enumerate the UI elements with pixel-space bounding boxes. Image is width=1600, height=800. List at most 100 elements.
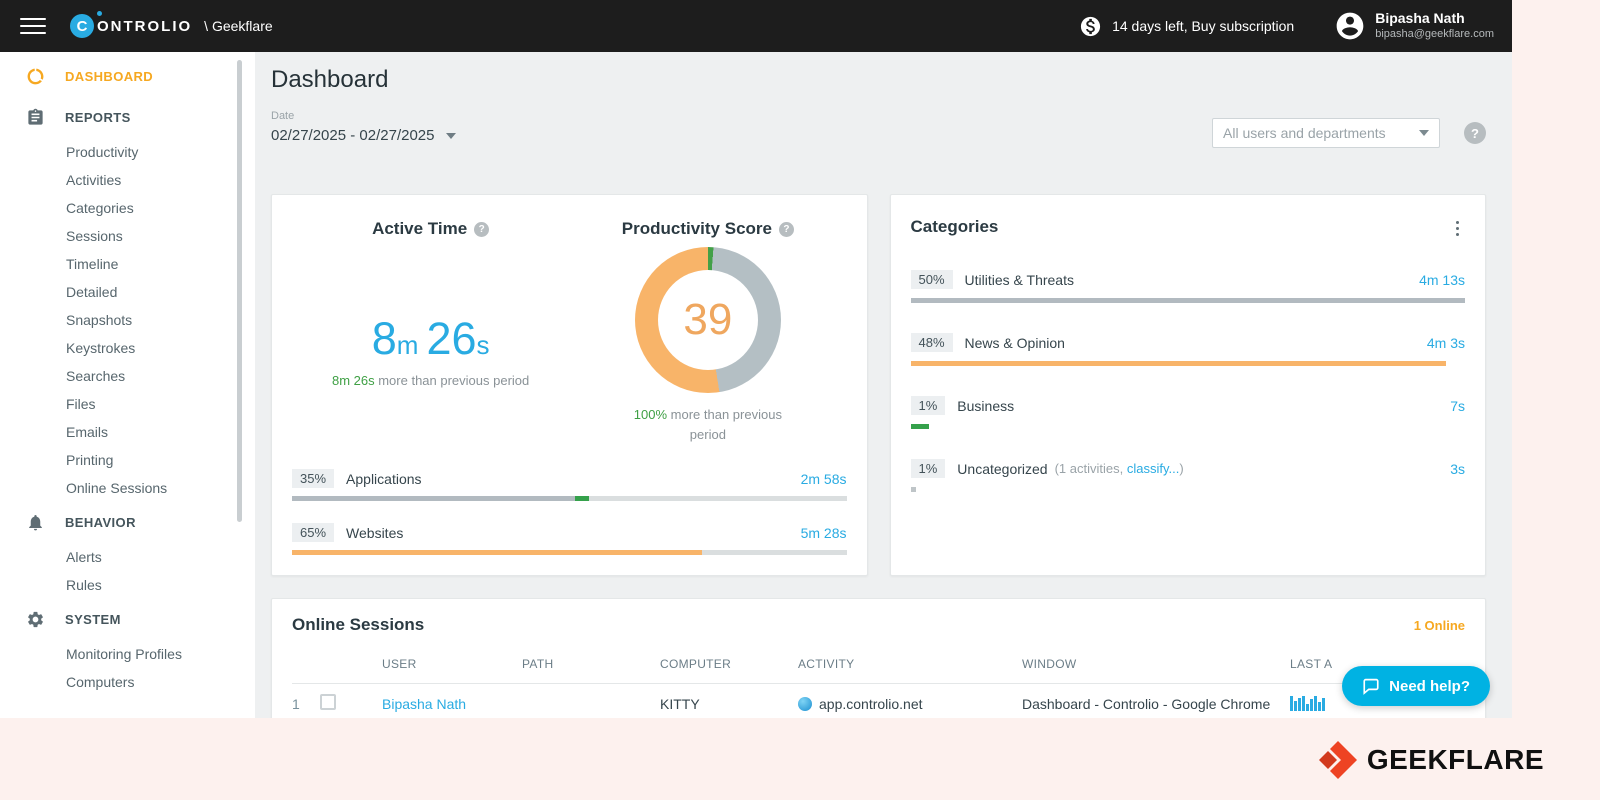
- websites-percent-chip: 65%: [292, 523, 335, 542]
- productivity-score-value: 39: [683, 295, 733, 344]
- pie-chart-icon: [27, 68, 44, 85]
- row-activity: app.controlio.net: [819, 695, 923, 712]
- categories-menu-icon[interactable]: [1450, 217, 1465, 240]
- productivity-score-title: Productivity Score: [621, 219, 772, 238]
- user-info: Bipasha Nath bipasha@geekflare.com: [1375, 10, 1494, 41]
- sidebar-section-reports[interactable]: REPORTS: [0, 97, 255, 138]
- sidebar-scrollbar[interactable]: [237, 60, 242, 522]
- col-header-user[interactable]: USER: [382, 657, 522, 671]
- page-help-icon[interactable]: ?: [1464, 122, 1486, 144]
- sidebar-item-snapshots[interactable]: Snapshots: [0, 306, 255, 334]
- date-range-value: 02/27/2025 - 02/27/2025: [271, 127, 435, 144]
- online-count-badge: 1 Online: [1413, 617, 1465, 633]
- websites-label: Websites: [346, 524, 404, 541]
- row-window: Dashboard - Controlio - Google Chrome: [1022, 695, 1271, 712]
- date-range-selector[interactable]: Date 02/27/2025 - 02/27/2025: [271, 110, 457, 144]
- category-bar: [910, 298, 1465, 303]
- websites-stat-row: 65% Websites 5m 28s: [292, 523, 847, 542]
- category-bar: [910, 487, 1466, 492]
- active-time-card: Active Time ? Productivity Score ? 8m 26…: [271, 194, 868, 576]
- sidebar-item-computers[interactable]: Computers: [0, 668, 255, 696]
- sidebar-item-categories[interactable]: Categories: [0, 194, 255, 222]
- sidebar-label-dashboard: DASHBOARD: [65, 69, 154, 84]
- chevron-down-icon: [446, 132, 457, 139]
- category-label: News & Opinion: [964, 334, 1065, 351]
- workspace-name: \ Geekflare: [204, 18, 273, 34]
- online-sessions-card: Online Sessions 1 Online USER PATH COMPU…: [271, 598, 1486, 718]
- sidebar-item-sessions[interactable]: Sessions: [0, 222, 255, 250]
- category-row: 48% News & Opinion 4m 3s: [910, 333, 1466, 366]
- sidebar-item-productivity[interactable]: Productivity: [0, 138, 255, 166]
- categories-card: Categories 50% Utilities & Threats 4m 13…: [889, 194, 1486, 576]
- category-bar: [910, 424, 1466, 429]
- productivity-score-help-icon[interactable]: ?: [778, 221, 794, 237]
- logo-dot: [97, 11, 102, 16]
- sidebar-item-keystrokes[interactable]: Keystrokes: [0, 334, 255, 362]
- row-user-link[interactable]: Bipasha Nath: [382, 696, 522, 712]
- category-time: 7s: [1450, 397, 1465, 414]
- classify-link[interactable]: classify...: [1127, 461, 1180, 476]
- col-header-path[interactable]: PATH: [522, 657, 660, 671]
- applications-time: 2m 58s: [800, 470, 847, 487]
- sidebar-item-files[interactable]: Files: [0, 390, 255, 418]
- active-time-help-icon[interactable]: ?: [474, 221, 490, 237]
- topbar: C ONTROLIO \ Geekflare 14 days left, Buy…: [0, 0, 1512, 52]
- category-time: 3s: [1450, 460, 1465, 477]
- sidebar-item-dashboard[interactable]: DASHBOARD: [0, 56, 255, 97]
- clipboard-icon: [28, 108, 43, 125]
- controlio-logo[interactable]: C ONTROLIO: [70, 11, 193, 38]
- sidebar-item-searches[interactable]: Searches: [0, 362, 255, 390]
- screenshot-canvas: C ONTROLIO \ Geekflare 14 days left, Buy…: [0, 0, 1600, 800]
- sidebar-item-detailed[interactable]: Detailed: [0, 278, 255, 306]
- active-time-value: 8m 26s: [371, 312, 490, 364]
- sidebar-label-system: SYSTEM: [65, 612, 121, 627]
- sidebar: DASHBOARD REPORTS Productivity Activitie…: [0, 52, 255, 718]
- applications-percent-chip: 35%: [292, 469, 335, 488]
- applications-stat-row: 35% Applications 2m 58s: [292, 469, 847, 488]
- category-bar: [910, 361, 1466, 366]
- sidebar-item-online-sessions[interactable]: Online Sessions: [0, 474, 255, 502]
- user-menu[interactable]: Bipasha Nath bipasha@geekflare.com: [1334, 10, 1494, 42]
- sidebar-item-printing[interactable]: Printing: [0, 446, 255, 474]
- category-percent-chip: 50%: [910, 270, 953, 289]
- category-row: 1% Business 7s: [910, 396, 1466, 429]
- sidebar-item-activities[interactable]: Activities: [0, 166, 255, 194]
- chat-bubble-icon: [1363, 678, 1379, 695]
- sidebar-item-alerts[interactable]: Alerts: [0, 543, 255, 571]
- filters-row: Date 02/27/2025 - 02/27/2025 All users a…: [271, 110, 1486, 148]
- topbar-right: 14 days left, Buy subscription Bipasha N…: [1079, 10, 1494, 42]
- productivity-donut-chart: 39: [634, 247, 781, 393]
- buy-subscription-link[interactable]: 14 days left, Buy subscription: [1079, 15, 1294, 38]
- sidebar-item-timeline[interactable]: Timeline: [0, 250, 255, 278]
- sidebar-item-monitoring-profiles[interactable]: Monitoring Profiles: [0, 640, 255, 668]
- subscription-text: 14 days left, Buy subscription: [1112, 18, 1295, 34]
- category-label: Business: [957, 397, 1015, 414]
- logo-text: ONTROLIO: [97, 17, 193, 35]
- logo-c-badge: C: [70, 14, 94, 38]
- active-time-delta: 8m 26s more than previous period: [331, 372, 530, 388]
- active-time-title: Active Time: [372, 219, 468, 238]
- controlio-app-window: C ONTROLIO \ Geekflare 14 days left, Buy…: [0, 0, 1512, 718]
- geekflare-watermark: GEEKFLARE: [1317, 740, 1544, 780]
- sidebar-item-rules[interactable]: Rules: [0, 571, 255, 599]
- sidebar-section-system[interactable]: SYSTEM: [0, 599, 255, 640]
- need-help-button[interactable]: Need help?: [1342, 666, 1490, 706]
- col-header-activity[interactable]: ACTIVITY: [798, 657, 1022, 671]
- bell-icon: [29, 514, 42, 531]
- user-email: bipasha@geekflare.com: [1375, 27, 1494, 40]
- sidebar-item-emails[interactable]: Emails: [0, 418, 255, 446]
- user-name: Bipasha Nath: [1375, 10, 1465, 27]
- main-content: Dashboard Date 02/27/2025 - 02/27/2025 A…: [255, 52, 1512, 718]
- row-checkbox[interactable]: [320, 694, 336, 710]
- geekflare-diamond-icon: [1318, 741, 1357, 779]
- category-percent-chip: 1%: [910, 396, 946, 415]
- applications-label: Applications: [346, 470, 422, 487]
- col-header-computer[interactable]: COMPUTER: [660, 657, 798, 671]
- hamburger-menu-icon[interactable]: [20, 18, 46, 34]
- sidebar-section-behavior[interactable]: BEHAVIOR: [0, 502, 255, 543]
- page-title: Dashboard: [271, 66, 389, 93]
- users-filter-dropdown[interactable]: All users and departments: [1212, 118, 1440, 148]
- gear-icon: [28, 611, 43, 628]
- websites-progress-bar: [292, 550, 847, 555]
- col-header-window[interactable]: WINDOW: [1022, 657, 1290, 671]
